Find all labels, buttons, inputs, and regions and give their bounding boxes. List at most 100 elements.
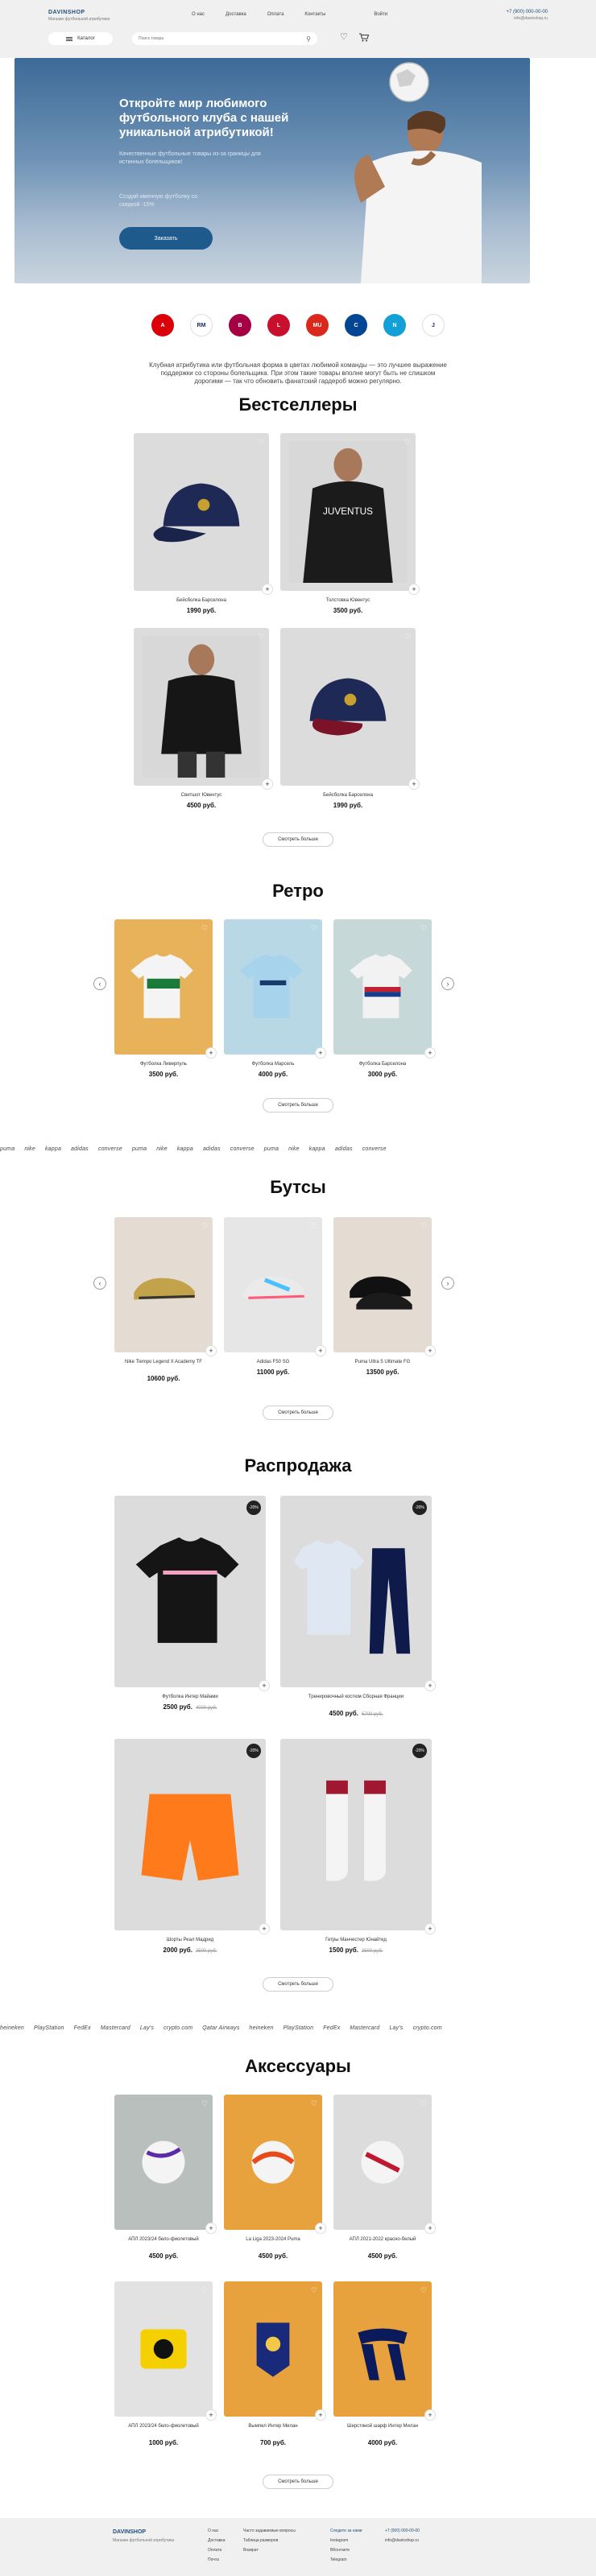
boots-3-card[interactable]: ♡ + — [333, 1217, 436, 1356]
bestseller-2-heart-icon[interactable]: ♡ — [404, 438, 411, 447]
sale-1-title[interactable]: Футболка Интер Майами — [106, 1694, 274, 1700]
bestseller-2-title[interactable]: Толстовка Ювентус — [272, 597, 424, 604]
boots-more-button[interactable]: Смотреть больше — [263, 1406, 333, 1420]
man-united-logo[interactable]: MU — [306, 314, 329, 336]
header-email[interactable]: info@davinshop.ru — [506, 16, 548, 21]
accessory-1-heart-icon[interactable]: ♡ — [201, 2099, 208, 2108]
footer-link-returns[interactable]: Возврат — [243, 2545, 296, 2555]
footer-logo-title[interactable]: DAVINSHOP — [113, 2528, 174, 2537]
arsenal-logo[interactable]: A — [151, 314, 174, 336]
bestseller-3-heart-icon[interactable]: ♡ — [258, 633, 264, 642]
order-button[interactable]: Заказать — [119, 227, 213, 250]
retro-1-title[interactable]: Футболка Ливерпуль — [106, 1061, 221, 1067]
bestseller-4-add-icon[interactable]: + — [408, 778, 420, 790]
bestseller-2-card[interactable]: JUVENTUS ♡ + — [280, 433, 420, 595]
retro-1-add-icon[interactable]: + — [205, 1047, 217, 1059]
bestseller-2-add-icon[interactable]: + — [408, 584, 420, 595]
retro-2-card[interactable]: ♡ + — [224, 919, 326, 1059]
accessory-3-card[interactable]: ♡ + — [333, 2095, 436, 2234]
footer-link-mail[interactable]: Почта — [208, 2555, 225, 2565]
retro-1-card[interactable]: ♡ + — [114, 919, 217, 1059]
boots-next-arrow-icon[interactable]: › — [441, 1277, 454, 1290]
accessory-5-card[interactable]: ♡ + — [224, 2281, 326, 2421]
accessory-3-heart-icon[interactable]: ♡ — [420, 2099, 427, 2108]
accessory-4-title[interactable]: АПЛ 2023/24 белo-фиолетовый — [106, 2423, 221, 2429]
login-link[interactable]: Войти — [374, 12, 387, 17]
nav-about[interactable]: О нас — [192, 12, 205, 17]
retro-more-button[interactable]: Смотреть больше — [263, 1098, 333, 1113]
sale-2-title[interactable]: Тренировочный костюм Сборная Франции — [272, 1694, 440, 1700]
accessory-1-add-icon[interactable]: + — [205, 2223, 217, 2234]
accessory-4-heart-icon[interactable]: ♡ — [201, 2286, 208, 2295]
accessory-3-add-icon[interactable]: + — [424, 2223, 436, 2234]
liverpool-logo[interactable]: L — [267, 314, 290, 336]
search-icon[interactable]: ⚲ — [306, 35, 311, 43]
sale-1-add-icon[interactable]: + — [259, 1680, 270, 1691]
accessory-2-card[interactable]: ♡ + — [224, 2095, 326, 2234]
retro-2-title[interactable]: Футболка Марсель — [216, 1061, 330, 1067]
footer-phone[interactable]: +7 (900) 000-00-00 — [385, 2526, 420, 2536]
sale-2-card[interactable]: -20% + — [280, 1496, 436, 1691]
sale-2-add-icon[interactable]: + — [424, 1680, 436, 1691]
accessory-3-title[interactable]: АПЛ 2021-2022 красно-белый — [325, 2236, 440, 2243]
footer-link-payment[interactable]: Оплата — [208, 2545, 225, 2555]
retro-next-arrow-icon[interactable]: › — [441, 977, 454, 990]
sale-more-button[interactable]: Смотреть больше — [263, 1977, 333, 1992]
cart-icon[interactable] — [358, 33, 370, 44]
boots-3-title[interactable]: Puma Ultra 5 Ultimate FG — [325, 1359, 440, 1365]
footer-email[interactable]: info@davinshop.ru — [385, 2536, 420, 2545]
catalog-button[interactable]: Каталог — [48, 32, 113, 45]
footer-link-faq[interactable]: Часто задаваемые вопросы — [243, 2526, 296, 2536]
accessory-2-title[interactable]: La Liga 2023-2024 Puma — [216, 2236, 330, 2243]
retro-3-card[interactable]: ♡ + — [333, 919, 436, 1059]
accessory-6-card[interactable]: ♡ + — [333, 2281, 436, 2421]
boots-2-add-icon[interactable]: + — [315, 1345, 326, 1356]
logo[interactable]: DAVINSHOP Магазин футбольной атрибутики — [48, 10, 153, 22]
sale-4-add-icon[interactable]: + — [424, 1923, 436, 1934]
nav-payment[interactable]: Оплата — [267, 12, 284, 17]
footer-link-sizes[interactable]: Таблица размеров — [243, 2536, 296, 2545]
accessory-4-add-icon[interactable]: + — [205, 2409, 217, 2421]
sale-4-title[interactable]: Гетры Манчестер Юнайтед — [272, 1937, 440, 1943]
boots-1-add-icon[interactable]: + — [205, 1345, 217, 1356]
real-madrid-logo[interactable]: RM — [190, 314, 213, 336]
footer-link-vk[interactable]: ВКонтакте — [330, 2545, 362, 2555]
heart-icon[interactable]: ♡ — [340, 33, 348, 44]
boots-3-add-icon[interactable]: + — [424, 1345, 436, 1356]
accessory-5-add-icon[interactable]: + — [315, 2409, 326, 2421]
accessory-1-title[interactable]: АПЛ 2023/24 белo-фиолетовый — [106, 2236, 221, 2243]
boots-2-heart-icon[interactable]: ♡ — [311, 1222, 317, 1231]
retro-1-heart-icon[interactable]: ♡ — [201, 924, 208, 933]
retro-3-add-icon[interactable]: + — [424, 1047, 436, 1059]
retro-3-heart-icon[interactable]: ♡ — [420, 924, 427, 933]
nav-contacts[interactable]: Контакты — [304, 12, 325, 17]
bestseller-3-title[interactable]: Свитшот Ювентус — [126, 792, 277, 799]
accessory-6-title[interactable]: Шерстяной шарф Интер Милан — [325, 2423, 440, 2429]
search-input[interactable] — [139, 36, 307, 41]
boots-3-heart-icon[interactable]: ♡ — [420, 1222, 427, 1231]
retro-2-add-icon[interactable]: + — [315, 1047, 326, 1059]
napoli-logo[interactable]: N — [383, 314, 406, 336]
bestseller-1-card[interactable]: ♡ + — [134, 433, 273, 595]
barcelona-logo[interactable]: B — [229, 314, 251, 336]
sale-1-card[interactable]: -20% + — [114, 1496, 270, 1691]
retro-3-title[interactable]: Футболка Барселона — [325, 1061, 440, 1067]
boots-2-title[interactable]: Adidas F50 SG — [216, 1359, 330, 1365]
accessory-6-add-icon[interactable]: + — [424, 2409, 436, 2421]
juventus-logo[interactable]: J — [422, 314, 445, 336]
bestseller-3-add-icon[interactable]: + — [262, 778, 273, 790]
boots-1-title[interactable]: Nike Tiempo Legend X Academy TF — [106, 1359, 221, 1365]
retro-2-heart-icon[interactable]: ♡ — [311, 924, 317, 933]
retro-prev-arrow-icon[interactable]: ‹ — [93, 977, 106, 990]
footer-link-instagram[interactable]: Instagram — [330, 2536, 362, 2545]
nav-delivery[interactable]: Доставка — [226, 12, 246, 17]
bestseller-4-heart-icon[interactable]: ♡ — [404, 633, 411, 642]
header-phone[interactable]: +7 (900) 000-00-00 — [506, 10, 548, 14]
boots-1-heart-icon[interactable]: ♡ — [201, 1222, 208, 1231]
sale-3-title[interactable]: Шорты Реал Мадрид — [106, 1937, 274, 1943]
boots-1-card[interactable]: ♡ + — [114, 1217, 217, 1356]
boots-prev-arrow-icon[interactable]: ‹ — [93, 1277, 106, 1290]
bestseller-1-add-icon[interactable]: + — [262, 584, 273, 595]
accessory-2-heart-icon[interactable]: ♡ — [311, 2099, 317, 2108]
bestsellers-more-button[interactable]: Смотреть больше — [263, 832, 333, 847]
